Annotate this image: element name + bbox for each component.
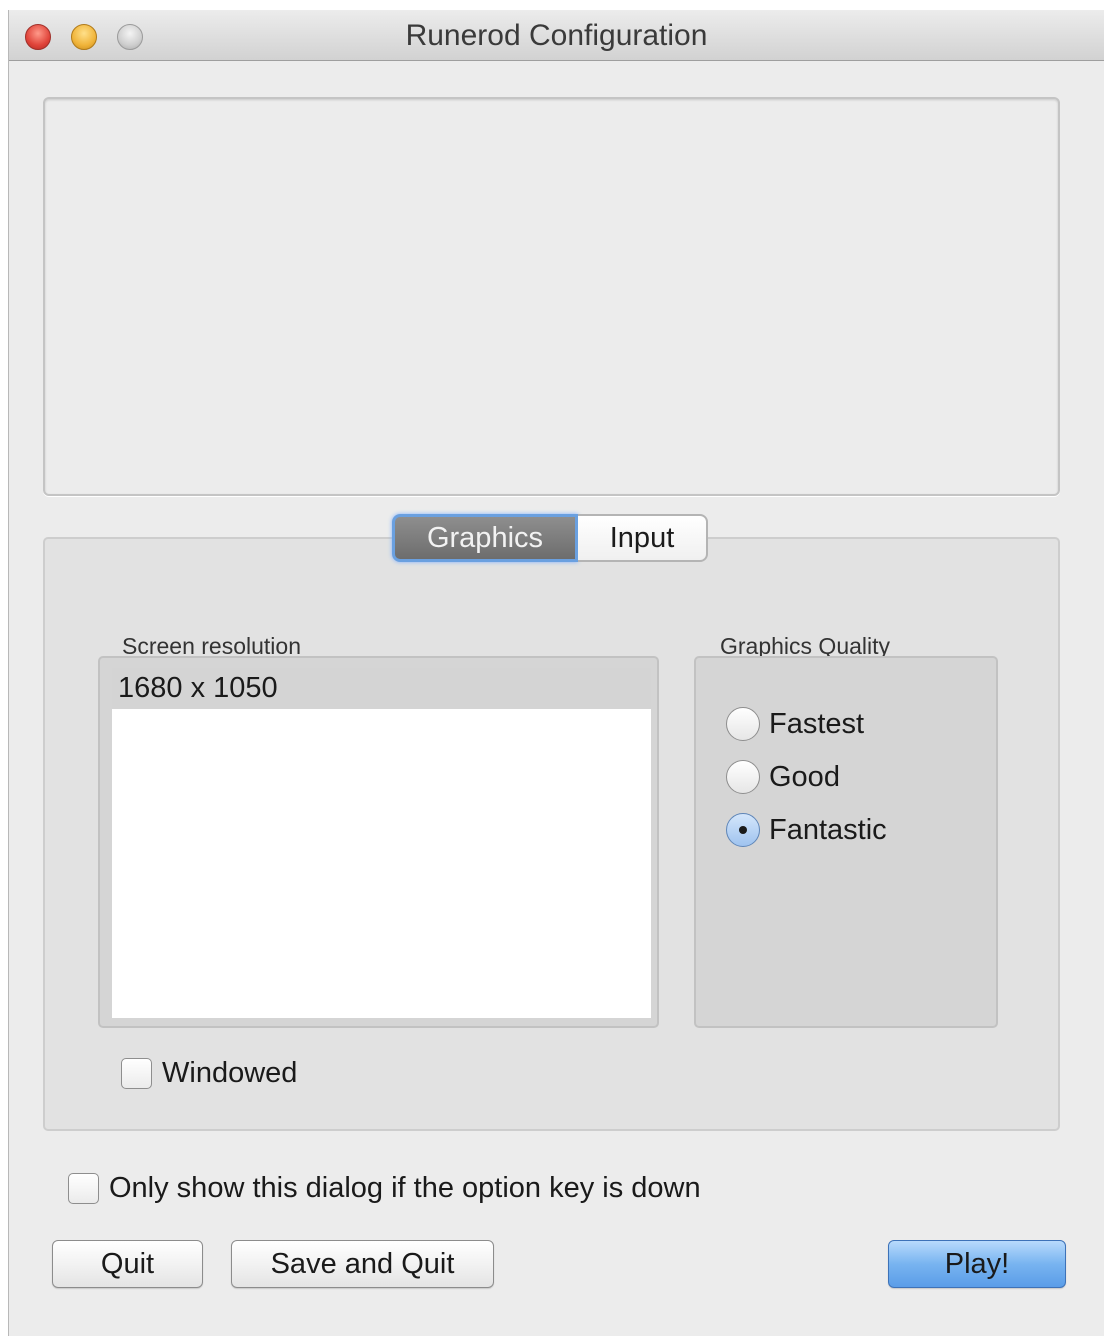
- radio-fantastic[interactable]: [726, 813, 760, 847]
- resolution-list-frame: 1680 x 1050: [98, 656, 659, 1028]
- option-key-setting[interactable]: Only show this dialog if the option key …: [68, 1171, 701, 1205]
- radio-fastest-label: Fastest: [769, 707, 865, 740]
- quality-option-fantastic[interactable]: Fantastic: [726, 812, 887, 848]
- radio-good[interactable]: [726, 760, 760, 794]
- option-key-checkbox[interactable]: [68, 1172, 99, 1204]
- radio-fantastic-label: Fantastic: [769, 813, 887, 846]
- tab-input[interactable]: Input: [578, 514, 708, 562]
- option-key-label: Only show this dialog if the option key …: [109, 1171, 701, 1204]
- banner-image-area: [43, 97, 1060, 496]
- windowed-checkbox[interactable]: [121, 1057, 152, 1089]
- tab-graphics[interactable]: Graphics: [392, 514, 578, 562]
- play-button[interactable]: Play!: [888, 1240, 1066, 1288]
- windowed-option[interactable]: Windowed: [121, 1056, 297, 1090]
- save-and-quit-button[interactable]: Save and Quit: [231, 1240, 494, 1288]
- quit-button[interactable]: Quit: [52, 1240, 203, 1288]
- resolution-list-item[interactable]: 1680 x 1050: [112, 668, 651, 709]
- radio-good-label: Good: [769, 760, 840, 793]
- title-bar[interactable]: Runerod Configuration: [9, 10, 1104, 61]
- quality-option-good[interactable]: Good: [726, 759, 840, 795]
- resolution-list[interactable]: 1680 x 1050: [112, 668, 651, 1018]
- radio-fastest[interactable]: [726, 707, 760, 741]
- graphics-quality-group: Fastest Good Fantastic: [694, 656, 998, 1028]
- windowed-label: Windowed: [162, 1056, 298, 1089]
- tab-bar: Graphics Input: [392, 514, 708, 562]
- quality-option-fastest[interactable]: Fastest: [726, 706, 864, 742]
- window-title: Runerod Configuration: [405, 19, 708, 52]
